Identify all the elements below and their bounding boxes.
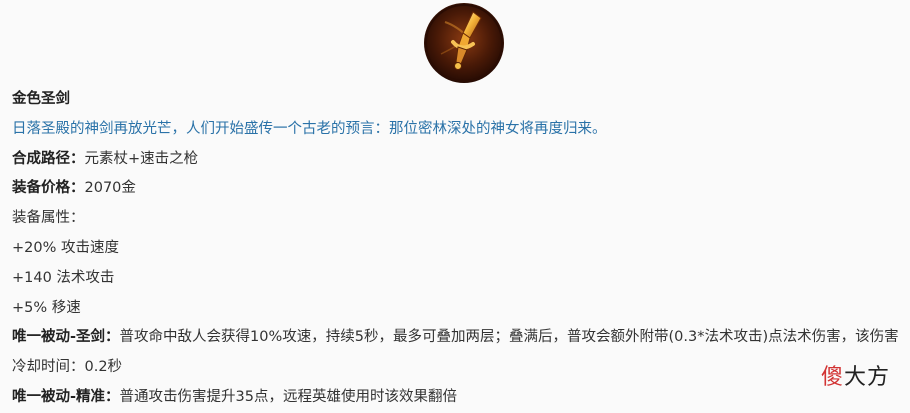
item-lore: 日落圣殿的神剑再放光芒，人们开始盛传一个古老的预言：那位密林深处的神女将再度归来… (12, 120, 607, 137)
price-row: 装备价格：2070金 (12, 174, 904, 204)
passive-holy-sword-text: 普攻命中敌人会获得10%攻速，持续5秒，最多可叠加两层；叠满后，普攻会额外附带(… (12, 329, 899, 376)
recipe-label: 合成路径： (12, 150, 85, 167)
watermark-first-char: 傻 (820, 365, 844, 390)
passive-precision-text: 普通攻击伤害提升35点，远程英雄使用时该效果翻倍 (119, 388, 457, 405)
attribute-attack-speed: +20% 攻击速度 (12, 239, 119, 256)
item-name: 金色圣剑 (12, 91, 70, 107)
passive-holy-sword-label: 唯一被动-圣剑： (12, 329, 120, 346)
attribute-magic-attack: +140 法术攻击 (12, 269, 115, 286)
attribute-move-speed: +5% 移速 (12, 299, 81, 316)
passive-holy-sword: 唯一被动-圣剑：普攻命中敌人会获得10%攻速，持续5秒，最多可叠加两层；叠满后，… (12, 323, 904, 383)
recipe-row: 合成路径：元素杖+速击之枪 (12, 145, 904, 175)
attributes-label: 装备属性： (12, 210, 85, 227)
price-value: 2070金 (84, 180, 136, 197)
passive-precision: 唯一被动-精准：普通攻击伤害提升35点，远程英雄使用时该效果翻倍 (12, 383, 904, 413)
recipe-value: 元素杖+速击之枪 (84, 150, 199, 167)
watermark: 傻大方 (821, 359, 890, 391)
passive-precision-label: 唯一被动-精准： (12, 388, 120, 405)
item-description: 金色圣剑 日落圣殿的神剑再放光芒，人们开始盛传一个古老的预言：那位密林深处的神女… (12, 85, 904, 413)
watermark-rest: 大方 (843, 365, 890, 390)
price-label: 装备价格： (12, 180, 85, 197)
golden-sword-icon (423, 2, 505, 84)
